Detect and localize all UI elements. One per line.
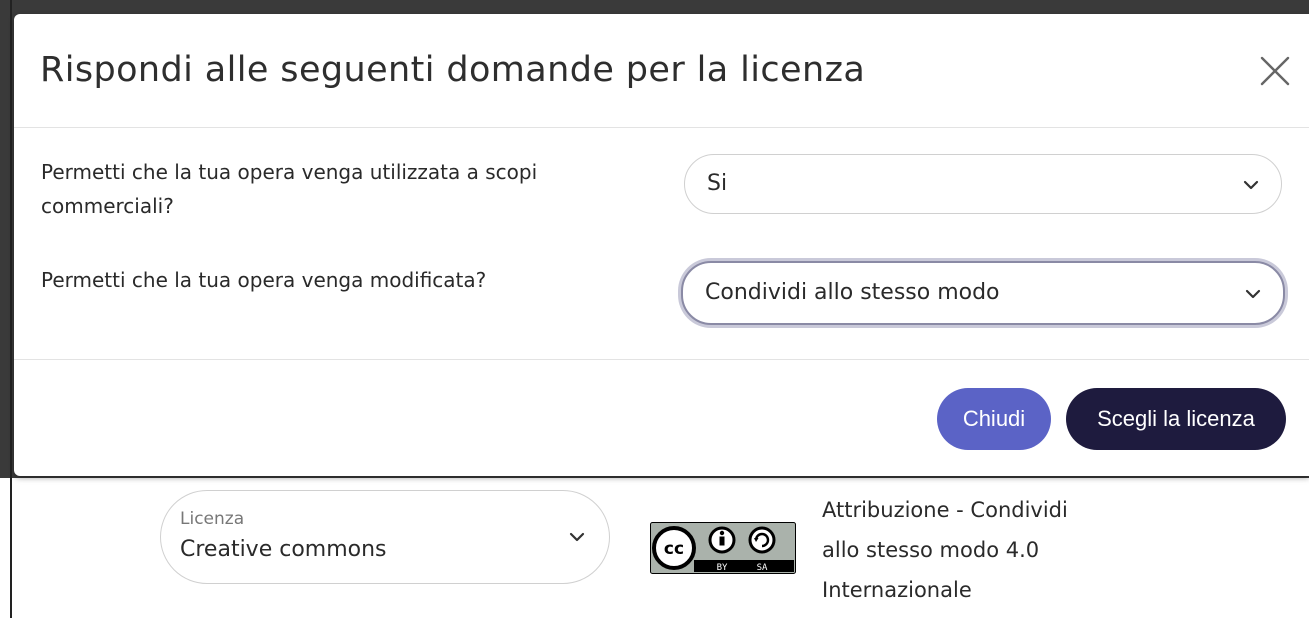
close-button[interactable]: Chiudi: [937, 388, 1051, 450]
dialog-title: Rispondi alle seguenti domande per la li…: [40, 50, 866, 90]
license-description-line: allo stesso modo 4.0: [822, 538, 1040, 562]
cc-by-sa-license-icon: cc BY SA: [650, 522, 796, 574]
sa-badge-text: SA: [757, 563, 768, 573]
license-dialog: Rispondi alle seguenti domande per la li…: [14, 14, 1309, 476]
commercial-use-select[interactable]: Si: [684, 154, 1282, 214]
dialog-footer-divider: [14, 359, 1309, 360]
cc-badge-text: cc: [664, 539, 684, 559]
modification-select[interactable]: Condividi allo stesso modo: [681, 261, 1285, 325]
license-field-label: Licenza: [180, 509, 245, 529]
chevron-down-icon: [1243, 284, 1263, 304]
commercial-use-value: Si: [707, 171, 728, 196]
license-description: Attribuzione - Condividi allo stesso mod…: [822, 490, 1122, 610]
chevron-down-icon: [1241, 175, 1261, 195]
commercial-use-question: Permetti che la tua opera venga utilizza…: [41, 160, 538, 218]
license-description-line: Internazionale: [822, 578, 972, 602]
modification-question: Permetti che la tua opera venga modifica…: [41, 268, 487, 292]
chevron-down-icon: [567, 527, 587, 547]
license-select[interactable]: Licenza Creative commons: [160, 490, 610, 584]
license-description-line: Attribuzione - Condividi: [822, 498, 1068, 522]
close-icon[interactable]: [1258, 54, 1292, 88]
by-badge-text: BY: [717, 563, 728, 573]
dialog-header: Rispondi alle seguenti domande per la li…: [14, 14, 1309, 128]
page-edge: [10, 0, 12, 618]
license-field-value: Creative commons: [180, 537, 387, 562]
choose-license-button[interactable]: Scegli la licenza: [1066, 388, 1286, 450]
modification-value: Condividi allo stesso modo: [705, 280, 1000, 305]
